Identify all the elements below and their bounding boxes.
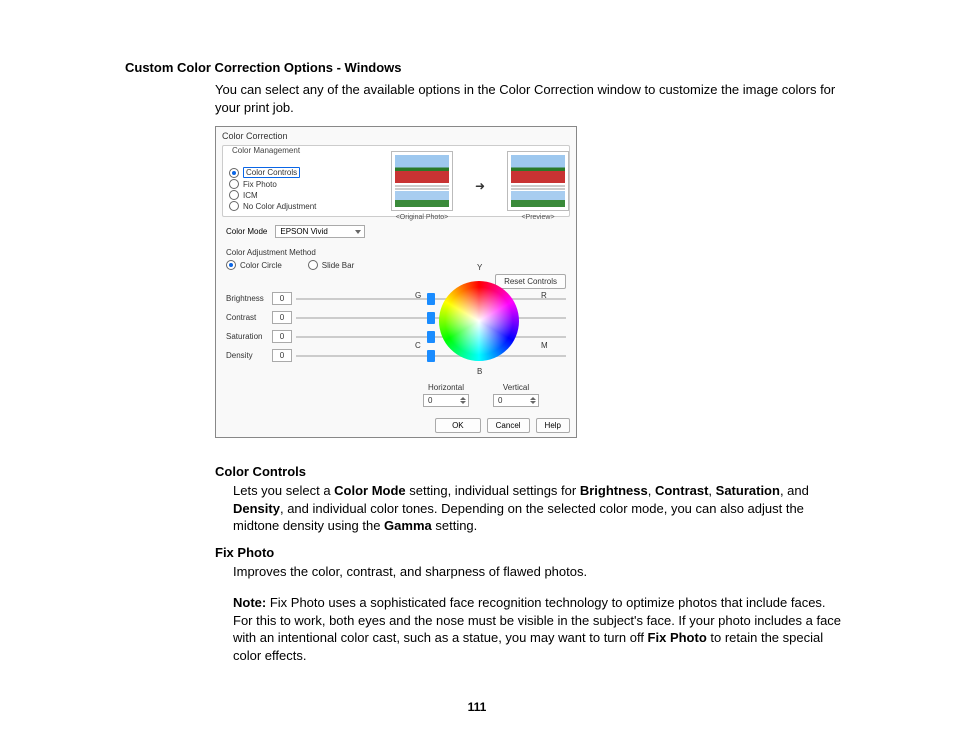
note-body: Note: Fix Photo uses a sophisticated fac… [233,594,844,664]
color-wheel[interactable] [439,281,519,361]
radio-label: ICM [243,191,258,200]
axis-y: Y [477,263,482,272]
radio-icon [229,201,239,211]
radio-label: Fix Photo [243,180,277,189]
arrow-icon: ➜ [475,179,485,193]
reset-controls-button[interactable]: Reset Controls [495,274,566,289]
radio-icon [229,168,239,178]
dialog-screenshot: Color Correction Color Management Color … [215,126,577,438]
color-mode-label: Color Mode [226,227,267,236]
help-button[interactable]: Help [536,418,570,433]
axis-c: C [415,341,421,350]
section-fix-photo-title: Fix Photo [215,545,844,560]
slider-density[interactable]: Density 0 [226,349,566,362]
section-color-controls-body: Lets you select a Color Mode setting, in… [233,482,844,535]
caption-original: <Original Photo> [391,214,453,221]
slider-thumb-icon [427,293,435,305]
horizontal-spinner[interactable]: 0 [423,394,469,407]
slider-label: Brightness [226,294,268,303]
slider-label: Density [226,351,268,360]
slider-track[interactable] [296,298,566,300]
adj-method-label: Color Adjustment Method [226,248,570,257]
slider-track[interactable] [296,317,566,319]
intro-text: You can select any of the available opti… [215,81,844,116]
radio-icon [229,190,239,200]
radio-icon [308,260,318,270]
cancel-button[interactable]: Cancel [487,418,530,433]
axis-g: G [415,291,421,300]
slider-track[interactable] [296,355,566,357]
slider-value[interactable]: 0 [272,349,292,362]
ok-button[interactable]: OK [435,418,481,433]
vertical-label: Vertical [503,383,529,392]
radio-icon [229,179,239,189]
axis-m: M [541,341,548,350]
slider-thumb-icon [427,350,435,362]
section-color-controls-title: Color Controls [215,464,844,479]
slider-label: Contrast [226,313,268,322]
radio-label: No Color Adjustment [243,202,316,211]
radio-label: Color Controls [243,167,300,178]
slider-thumb-icon [427,331,435,343]
slider-label: Saturation [226,332,268,341]
thumb-original [391,151,453,211]
axis-b: B [477,367,482,376]
page-number: 111 [0,700,954,714]
page-heading: Custom Color Correction Options - Window… [125,60,844,75]
thumb-preview [507,151,569,211]
radio-label: Slide Bar [322,261,354,270]
slider-thumb-icon [427,312,435,324]
vertical-spinner[interactable]: 0 [493,394,539,407]
radio-color-circle[interactable]: Color Circle [226,260,282,270]
slider-value[interactable]: 0 [272,292,292,305]
radio-label: Color Circle [240,261,282,270]
slider-value[interactable]: 0 [272,311,292,324]
radio-icon [226,260,236,270]
caption-preview: <Preview> [507,214,569,221]
dialog-title: Color Correction [216,127,576,143]
horizontal-label: Horizontal [428,383,464,392]
color-mode-dropdown[interactable]: EPSON Vivid [275,225,365,238]
axis-r: R [541,291,547,300]
group-label: Color Management [229,146,303,155]
slider-track[interactable] [296,336,566,338]
slider-value[interactable]: 0 [272,330,292,343]
radio-slide-bar[interactable]: Slide Bar [308,260,354,270]
preview-pane: <Original Photo> ➜ <Preview> Y G R C M B [391,151,569,221]
section-fix-photo-body: Improves the color, contrast, and sharpn… [233,563,844,581]
